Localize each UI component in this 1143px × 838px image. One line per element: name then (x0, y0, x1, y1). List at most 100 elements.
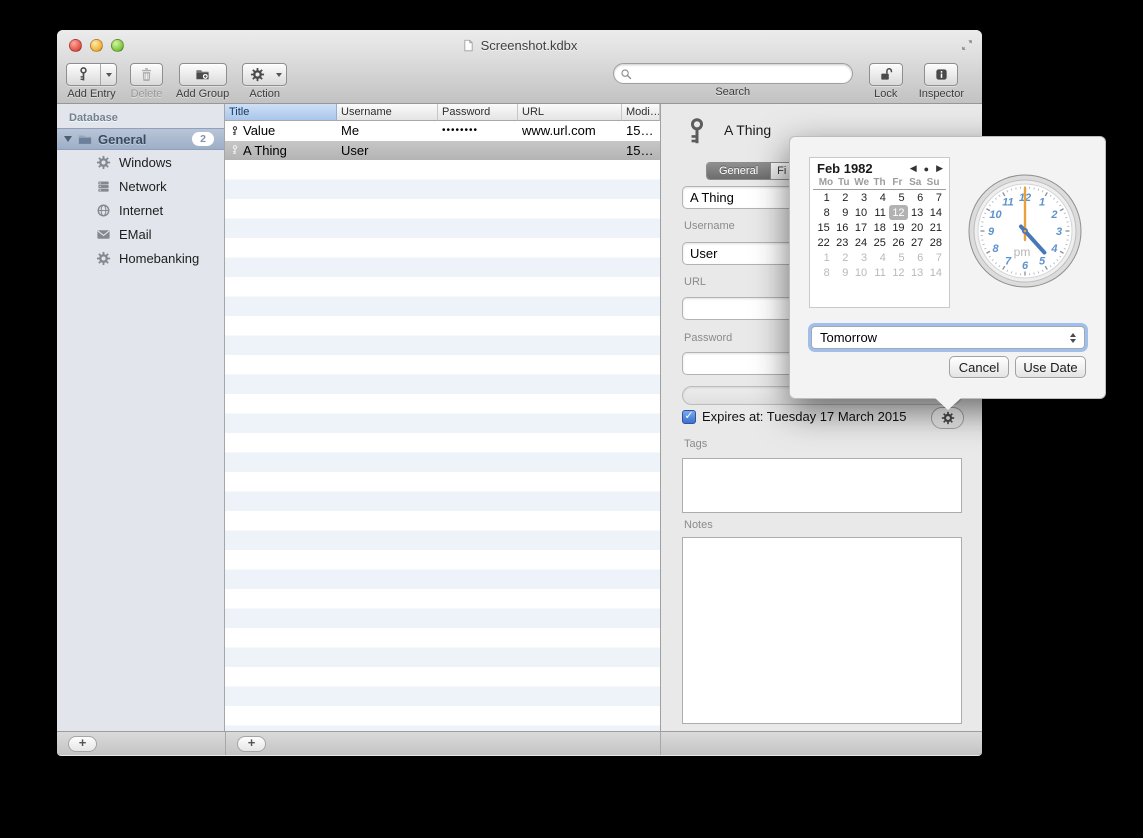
calendar-day[interactable]: 25 (870, 235, 889, 250)
calendar-weekday: Su (924, 177, 942, 188)
calendar-day[interactable]: 14 (926, 265, 945, 280)
sidebar-item-homebanking[interactable]: Homebanking (57, 246, 224, 270)
globe-icon (96, 203, 111, 218)
calendar-day[interactable]: 6 (908, 250, 927, 265)
sidebar-group-general[interactable]: General 2 (57, 128, 224, 150)
calendar-day[interactable]: 24 (851, 235, 870, 250)
disclosure-triangle-icon[interactable] (64, 136, 72, 142)
calendar-day[interactable]: 22 (814, 235, 833, 250)
table-empty-area[interactable] (225, 160, 660, 731)
calendar-day[interactable]: 19 (889, 220, 908, 235)
add-entry-dropdown[interactable] (100, 64, 116, 85)
sidebar-item-label: EMail (119, 227, 152, 242)
lock-button[interactable] (869, 63, 903, 86)
action-dropdown[interactable] (272, 64, 286, 85)
calendar-day-selected[interactable]: 12 (889, 205, 908, 220)
calendar-day[interactable]: 8 (814, 205, 833, 220)
calendar-day[interactable]: 4 (870, 250, 889, 265)
calendar-day[interactable]: 3 (851, 190, 870, 205)
expiry-preset-select[interactable]: Tomorrow (811, 326, 1085, 349)
calendar-day[interactable]: 6 (908, 190, 927, 205)
calendar-day[interactable]: 14 (926, 205, 945, 220)
sidebar-item-internet[interactable]: Internet (57, 198, 224, 222)
inspector-button[interactable] (924, 63, 958, 86)
calendar-day[interactable]: 5 (889, 250, 908, 265)
clock-number: 5 (1039, 256, 1046, 268)
toolbar: Add Entry Delete Add Group Action (57, 60, 982, 104)
calendar-day[interactable]: 15 (814, 220, 833, 235)
calendar-day[interactable]: 28 (926, 235, 945, 250)
add-group-plus-button[interactable]: + (68, 736, 97, 752)
notes-field[interactable] (682, 537, 962, 724)
add-group-button[interactable] (179, 63, 227, 86)
tab-general[interactable]: General (707, 163, 770, 179)
calendar-day[interactable]: 11 (870, 265, 889, 280)
calendar-day[interactable]: 1 (814, 250, 833, 265)
table-row[interactable]: ValueMe••••••••www.url.com15… (225, 121, 660, 141)
calendar-day[interactable]: 17 (851, 220, 870, 235)
calendar-day[interactable]: 5 (889, 190, 908, 205)
calendar-weekday: Th (871, 177, 889, 188)
expires-checkbox[interactable]: ✓ (682, 410, 696, 424)
cell-username: Me (337, 123, 438, 138)
calendar-day[interactable]: 27 (908, 235, 927, 250)
column-header-password[interactable]: Password (438, 104, 518, 121)
calendar-day[interactable]: 7 (926, 190, 945, 205)
title-bar[interactable]: Screenshot.kdbx (57, 30, 982, 60)
calendar-day[interactable]: 9 (833, 205, 852, 220)
add-entry-plus-button[interactable]: + (237, 736, 266, 752)
close-button[interactable] (69, 39, 82, 52)
fullscreen-icon[interactable] (960, 38, 974, 52)
column-header-modi[interactable]: Modi… (622, 104, 660, 121)
add-entry-tool: Add Entry (66, 63, 117, 100)
delete-button[interactable] (130, 63, 163, 86)
cell-url: www.url.com (518, 123, 622, 138)
calendar-today-button[interactable]: ● (924, 164, 929, 174)
minimize-button[interactable] (90, 39, 103, 52)
calendar-day[interactable]: 3 (851, 250, 870, 265)
expires-options-button[interactable] (931, 407, 964, 429)
table-row[interactable]: A ThingUser15… (225, 141, 660, 161)
calendar-day[interactable]: 20 (908, 220, 927, 235)
calendar-day[interactable]: 2 (833, 190, 852, 205)
calendar-next-button[interactable]: ▶ (936, 163, 943, 174)
calendar-prev-button[interactable]: ◀ (910, 163, 917, 174)
calendar-day[interactable]: 2 (833, 250, 852, 265)
calendar-day[interactable]: 10 (851, 205, 870, 220)
calendar-day[interactable]: 16 (833, 220, 852, 235)
column-header-url[interactable]: URL (518, 104, 622, 121)
calendar-day[interactable]: 13 (908, 265, 927, 280)
calendar-day[interactable]: 8 (814, 265, 833, 280)
calendar-day[interactable]: 12 (889, 265, 908, 280)
column-header-username[interactable]: Username (337, 104, 438, 121)
calendar-day[interactable]: 11 (870, 205, 889, 220)
calendar-day[interactable]: 23 (833, 235, 852, 250)
cancel-button[interactable]: Cancel (949, 356, 1009, 378)
search-field[interactable] (613, 63, 853, 84)
sidebar-item-network[interactable]: Network (57, 174, 224, 198)
key-icon (230, 124, 240, 138)
calendar-day[interactable]: 10 (851, 265, 870, 280)
calendar-day[interactable]: 26 (889, 235, 908, 250)
calendar-day[interactable]: 21 (926, 220, 945, 235)
group-count-badge: 2 (192, 132, 214, 146)
date-picker-popover: Feb 1982 ◀ ● ▶ MoTuWeThFrSaSu 1234567891… (789, 136, 1106, 399)
sidebar-item-windows[interactable]: Windows (57, 150, 224, 174)
action-button[interactable] (242, 63, 287, 86)
calendar-day[interactable]: 4 (870, 190, 889, 205)
calendar-day[interactable]: 7 (926, 250, 945, 265)
calendar-day[interactable]: 9 (833, 265, 852, 280)
zoom-button[interactable] (111, 39, 124, 52)
calendar-day[interactable]: 13 (908, 205, 927, 220)
calendar-week: 22232425262728 (810, 235, 949, 250)
sidebar-item-email[interactable]: EMail (57, 222, 224, 246)
column-header-title[interactable]: Title (225, 104, 337, 121)
cell-password: •••••••• (438, 125, 518, 136)
use-date-button[interactable]: Use Date (1015, 356, 1086, 378)
inspector-entry-title: A Thing (724, 122, 771, 138)
tags-field[interactable] (682, 458, 962, 513)
add-entry-button[interactable] (66, 63, 117, 86)
search-input[interactable] (636, 67, 846, 81)
calendar-day[interactable]: 1 (814, 190, 833, 205)
calendar-day[interactable]: 18 (870, 220, 889, 235)
